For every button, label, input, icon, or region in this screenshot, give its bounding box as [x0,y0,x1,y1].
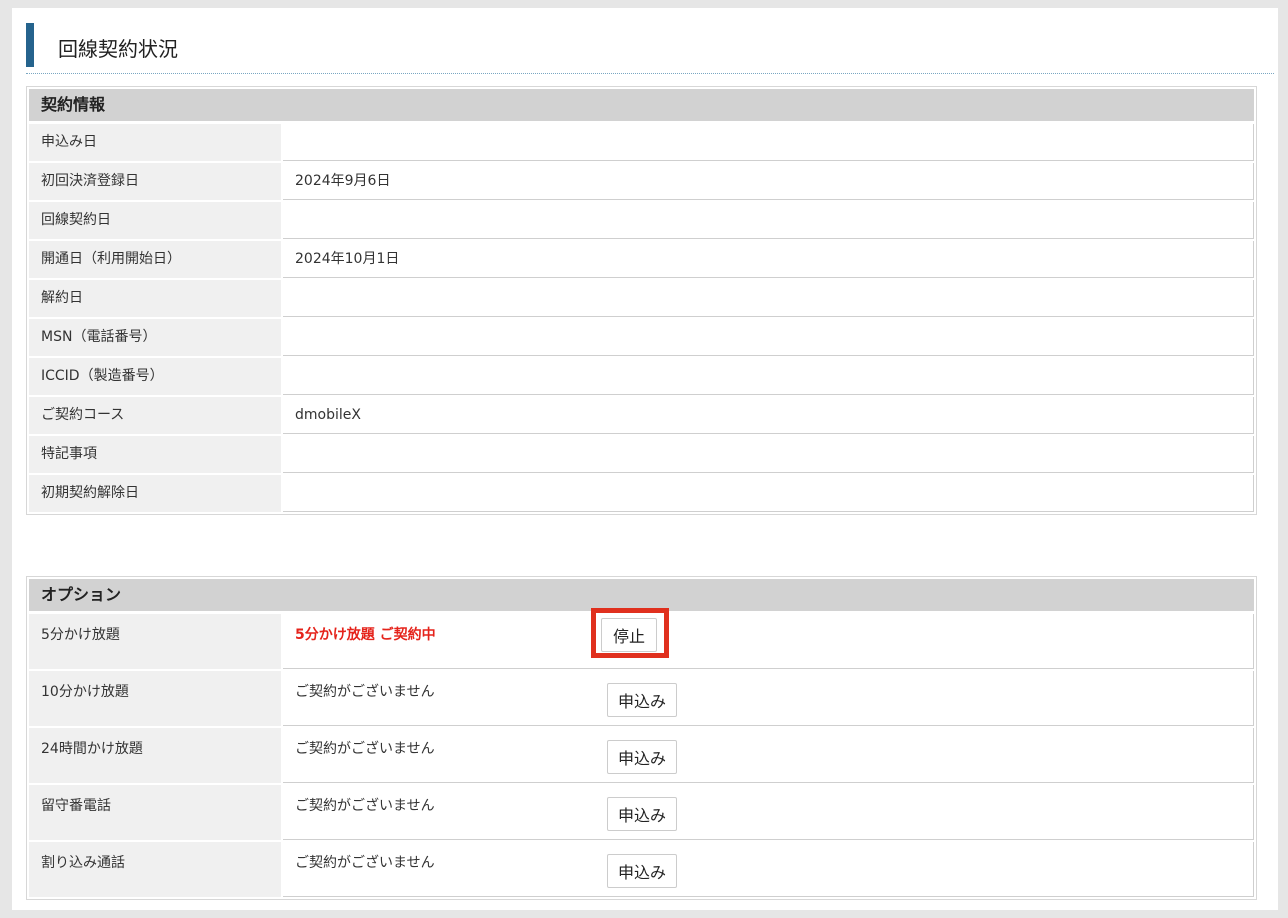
option-label-24h: 24時間かけ放題 [29,728,281,783]
option-label-call-waiting: 割り込み通話 [29,842,281,897]
contract-info-header: 契約情報 [27,87,1256,122]
option-label-10min: 10分かけ放題 [29,671,281,726]
row-label-application-date: 申込み日 [29,124,281,161]
page-title-bar: 回線契約状況 [26,23,1274,74]
options-header: オプション [27,577,1256,612]
page-title: 回線契約状況 [58,37,178,61]
row-label-line-contract-date: 回線契約日 [29,202,281,239]
row-value-special-notes [283,436,1254,473]
apply-button-10min[interactable]: 申込み [607,683,678,717]
table-row: 回線契約日 [29,202,1254,239]
option-status-voicemail: ご契約がございません [295,798,435,814]
row-label-activation-date: 開通日（利用開始日） [29,241,281,278]
table-row: ご契約コース dmobileX [29,397,1254,434]
option-value-10min: ご契約がございません 申込み [283,671,1254,726]
row-value-cancellation-date [283,280,1254,317]
contract-info-table: 申込み日 初回決済登録日 2024年9月6日 回線契約日 開通日（利用開始日） … [27,122,1256,514]
table-row: 10分かけ放題 ご契約がございません 申込み [29,671,1254,726]
row-label-msn: MSN（電話番号） [29,319,281,356]
table-row: 5分かけ放題 5分かけ放題 ご契約中 停止 [29,608,1254,669]
table-row: 申込み日 [29,124,1254,161]
stop-button-5min[interactable]: 停止 [601,618,657,652]
row-label-first-payment-date: 初回決済登録日 [29,163,281,200]
table-row: MSN（電話番号） [29,319,1254,356]
row-value-application-date [283,124,1254,161]
row-label-special-notes: 特記事項 [29,436,281,473]
table-row: 開通日（利用開始日） 2024年10月1日 [29,241,1254,278]
table-row: 24時間かけ放題 ご契約がございません 申込み [29,728,1254,783]
table-row: 留守番電話 ご契約がございません 申込み [29,785,1254,840]
option-value-call-waiting: ご契約がございません 申込み [283,842,1254,897]
options-header-label: オプション [41,585,122,604]
option-value-5min: 5分かけ放題 ご契約中 停止 [283,608,1254,669]
option-value-voicemail: ご契約がございません 申込み [283,785,1254,840]
page-container: 回線契約状況 契約情報 申込み日 初回決済登録日 2024年9月6日 回線契約日 [12,8,1278,910]
row-value-iccid [283,358,1254,395]
option-label-voicemail: 留守番電話 [29,785,281,840]
row-label-iccid: ICCID（製造番号） [29,358,281,395]
options-panel: オプション 5分かけ放題 5分かけ放題 ご契約中 停止 10分かけ放題 ご契約が… [26,576,1257,900]
row-label-initial-cancellation-date: 初期契約解除日 [29,475,281,512]
contract-info-header-label: 契約情報 [41,95,106,114]
row-label-course: ご契約コース [29,397,281,434]
apply-button-24h[interactable]: 申込み [607,740,678,774]
row-value-initial-cancellation-date [283,475,1254,512]
row-value-line-contract-date [283,202,1254,239]
table-row: 特記事項 [29,436,1254,473]
row-value-activation-date: 2024年10月1日 [283,241,1254,278]
title-accent-bar [26,23,34,67]
table-row: 割り込み通話 ご契約がございません 申込み [29,842,1254,897]
row-value-first-payment-date: 2024年9月6日 [283,163,1254,200]
options-table: 5分かけ放題 5分かけ放題 ご契約中 停止 10分かけ放題 ご契約がございません… [27,608,1256,899]
contract-info-panel: 契約情報 申込み日 初回決済登録日 2024年9月6日 回線契約日 開通日（利用… [26,86,1257,515]
apply-button-voicemail[interactable]: 申込み [607,797,678,831]
option-label-5min: 5分かけ放題 [29,614,281,669]
option-status-24h: ご契約がございません [295,741,435,757]
option-status-5min: 5分かけ放題 ご契約中 [295,627,436,643]
option-value-24h: ご契約がございません 申込み [283,728,1254,783]
row-value-course: dmobileX [283,397,1254,434]
option-status-10min: ご契約がございません [295,684,435,700]
table-row: 初期契約解除日 [29,475,1254,512]
table-row: 解約日 [29,280,1254,317]
apply-button-call-waiting[interactable]: 申込み [607,854,678,888]
option-status-call-waiting: ご契約がございません [295,855,435,871]
table-row: ICCID（製造番号） [29,358,1254,395]
row-value-msn [283,319,1254,356]
row-label-cancellation-date: 解約日 [29,280,281,317]
table-row: 初回決済登録日 2024年9月6日 [29,163,1254,200]
